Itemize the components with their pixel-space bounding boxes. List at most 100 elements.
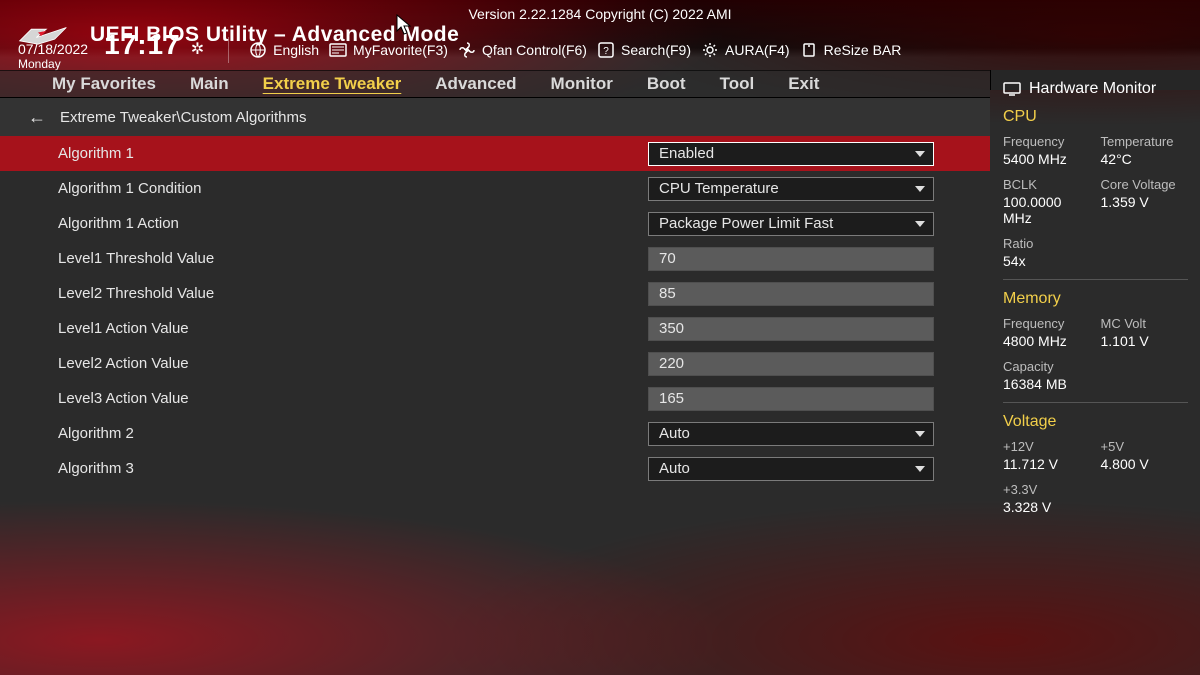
metric-label: +12V <box>1003 439 1091 454</box>
setting-row[interactable]: Level1 Action Value 350 <box>0 311 990 346</box>
language-label: English <box>273 42 319 58</box>
weekday: Monday <box>18 58 88 71</box>
metric-label: Capacity <box>1003 359 1091 374</box>
tab-boot[interactable]: Boot <box>647 74 686 94</box>
chevron-down-icon <box>915 221 925 227</box>
chevron-down-icon <box>915 151 925 157</box>
globe-icon <box>249 41 267 59</box>
dropdown-value: CPU Temperature <box>659 180 779 197</box>
setting-label: Level1 Action Value <box>58 320 648 337</box>
setting-row[interactable]: Level1 Threshold Value 70 <box>0 241 990 276</box>
tab-main[interactable]: Main <box>190 74 229 94</box>
input-value: 165 <box>659 390 684 407</box>
setting-label: Level2 Action Value <box>58 355 648 372</box>
tab-extreme-tweaker[interactable]: Extreme Tweaker <box>263 74 402 94</box>
monitor-icon <box>1003 82 1021 96</box>
metric-value: 16384 MB <box>1003 376 1091 392</box>
metric-value: 11.712 V <box>1003 456 1091 472</box>
hardware-monitor-panel: Hardware Monitor CPU Frequency5400 MHz T… <box>990 70 1200 90</box>
metric-label: +5V <box>1101 439 1189 454</box>
date: 07/18/2022 <box>18 41 88 57</box>
tab-monitor[interactable]: Monitor <box>551 74 613 94</box>
setting-input[interactable]: 85 <box>648 282 934 306</box>
input-value: 220 <box>659 355 684 372</box>
metric-label: Frequency <box>1003 316 1091 331</box>
setup-icon[interactable]: ✲ <box>191 39 204 59</box>
tab-exit[interactable]: Exit <box>788 74 819 94</box>
setting-label: Level2 Threshold Value <box>58 285 648 302</box>
metric-value: 42°C <box>1101 151 1189 167</box>
setting-label: Algorithm 3 <box>58 460 648 477</box>
setting-row[interactable]: Algorithm 1 Action Package Power Limit F… <box>0 206 990 241</box>
setting-row[interactable]: Algorithm 3 Auto <box>0 451 990 486</box>
dropdown-value: Package Power Limit Fast <box>659 215 833 232</box>
metric-label: Ratio <box>1003 236 1091 251</box>
main-tabs: My Favorites Main Extreme Tweaker Advanc… <box>0 70 990 98</box>
setting-row[interactable]: Algorithm 2 Auto <box>0 416 990 451</box>
hw-section-voltage: Voltage <box>1003 413 1188 431</box>
setting-input[interactable]: 165 <box>648 387 934 411</box>
setting-dropdown[interactable]: Auto <box>648 457 934 481</box>
dropdown-value: Enabled <box>659 145 714 162</box>
setting-dropdown[interactable]: CPU Temperature <box>648 177 934 201</box>
setting-label: Algorithm 2 <box>58 425 648 442</box>
setting-input[interactable]: 70 <box>648 247 934 271</box>
tab-favorites[interactable]: My Favorites <box>52 74 156 94</box>
breadcrumb: Extreme Tweaker\Custom Algorithms <box>60 109 306 126</box>
svg-text:?: ? <box>603 46 609 57</box>
metric-label: Temperature <box>1101 134 1189 149</box>
myfavorite-icon <box>329 41 347 59</box>
resize-bar-button[interactable]: ReSize BAR <box>800 41 902 59</box>
qfan-label: Qfan Control(F6) <box>482 42 587 58</box>
metric-label: BCLK <box>1003 177 1091 192</box>
language-button[interactable]: English <box>249 41 319 59</box>
myfavorite-label: MyFavorite(F3) <box>353 42 448 58</box>
hw-section-cpu: CPU <box>1003 108 1188 126</box>
resize-icon <box>800 41 818 59</box>
metric-label: +3.3V <box>1003 482 1091 497</box>
metric-value: 1.101 V <box>1101 333 1189 349</box>
setting-input[interactable]: 350 <box>648 317 934 341</box>
setting-label: Level1 Threshold Value <box>58 250 648 267</box>
divider <box>1003 279 1188 280</box>
qfan-button[interactable]: Qfan Control(F6) <box>458 41 587 59</box>
metric-label: Core Voltage <box>1101 177 1189 192</box>
resize-bar-label: ReSize BAR <box>824 42 902 58</box>
setting-label: Algorithm 1 Condition <box>58 180 648 197</box>
setting-row[interactable]: Level2 Threshold Value 85 <box>0 276 990 311</box>
setting-input[interactable]: 220 <box>648 352 934 376</box>
dropdown-value: Auto <box>659 460 690 477</box>
tab-tool[interactable]: Tool <box>720 74 755 94</box>
aura-button[interactable]: AURA(F4) <box>701 41 790 59</box>
hw-section-memory: Memory <box>1003 290 1188 308</box>
search-label: Search(F9) <box>621 42 691 58</box>
input-value: 350 <box>659 320 684 337</box>
chevron-down-icon <box>915 186 925 192</box>
dropdown-value: Auto <box>659 425 690 442</box>
setting-label: Algorithm 1 Action <box>58 215 648 232</box>
setting-row[interactable]: Level2 Action Value 220 <box>0 346 990 381</box>
metric-value: 4.800 V <box>1101 456 1189 472</box>
hw-title-text: Hardware Monitor <box>1029 80 1156 98</box>
input-value: 70 <box>659 250 676 267</box>
metric-value: 3.328 V <box>1003 499 1091 515</box>
search-icon: ? <box>597 41 615 59</box>
metric-value: 1.359 V <box>1101 194 1189 210</box>
setting-row[interactable]: Level3 Action Value 165 <box>0 381 990 416</box>
chevron-down-icon <box>915 431 925 437</box>
back-arrow-icon[interactable]: ← <box>28 107 46 128</box>
metric-value: 4800 MHz <box>1003 333 1091 349</box>
setting-dropdown[interactable]: Auto <box>648 422 934 446</box>
tab-advanced[interactable]: Advanced <box>435 74 516 94</box>
metric-label: MC Volt <box>1101 316 1189 331</box>
metric-value: 5400 MHz <box>1003 151 1091 167</box>
setting-dropdown[interactable]: Enabled <box>648 142 934 166</box>
setting-row[interactable]: Algorithm 1 Condition CPU Temperature <box>0 171 990 206</box>
metric-value: 100.0000 MHz <box>1003 194 1091 226</box>
myfavorite-button[interactable]: MyFavorite(F3) <box>329 41 448 59</box>
version-text: Version 2.22.1284 Copyright (C) 2022 AMI <box>468 6 731 22</box>
setting-row[interactable]: Algorithm 1 Enabled <box>0 136 990 171</box>
setting-dropdown[interactable]: Package Power Limit Fast <box>648 212 934 236</box>
search-button[interactable]: ? Search(F9) <box>597 41 691 59</box>
fan-icon <box>458 41 476 59</box>
